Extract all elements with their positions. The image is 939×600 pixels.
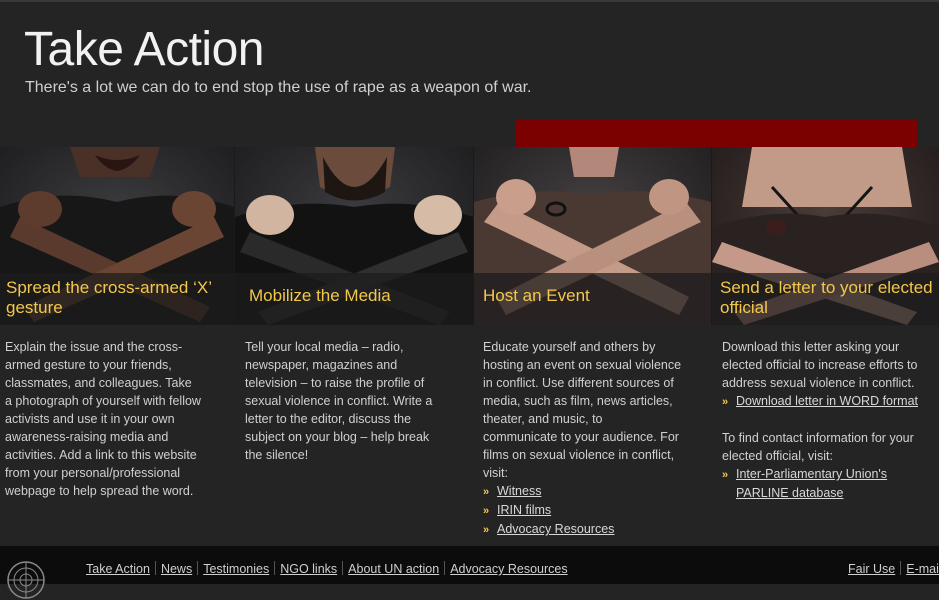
column-mobilize-media: Tell your local media – radio, newspaper… <box>245 338 470 464</box>
text-line: in conflict. Use different sources of <box>483 376 674 390</box>
irin-films-link[interactable]: IRIN films <box>497 503 551 517</box>
panel-caption-bg: Mobilize the Media <box>235 273 473 325</box>
text-line: letter to the editor, discuss the <box>245 412 412 426</box>
text-line: To find contact information for your <box>722 431 914 445</box>
double-chevron-icon: » <box>483 486 489 498</box>
double-chevron-icon: » <box>483 524 489 536</box>
footer-separator <box>342 561 344 575</box>
footer-link-fair-use[interactable]: Fair Use <box>848 562 895 576</box>
panel-caption: Host an Event <box>483 286 590 305</box>
text-line: hosting an event on sexual violence <box>483 358 682 372</box>
footer-link-news[interactable]: News <box>161 562 192 576</box>
action-panels: Spread the cross-armed ‘X’ gesture Mobil… <box>0 147 939 325</box>
double-chevron-icon: » <box>722 396 728 408</box>
text-line: activists and use it in your own <box>5 412 175 426</box>
text-line: armed gesture to your friends, <box>5 358 172 372</box>
footer-separator <box>154 561 156 575</box>
panel-host-event[interactable]: Host an Event <box>474 147 711 325</box>
panel-caption-bg: Spread the cross-armed ‘X’ gesture <box>0 273 234 325</box>
red-accent-bar <box>515 119 917 147</box>
page-title: Take Action <box>24 23 264 76</box>
panel-spread-gesture[interactable]: Spread the cross-armed ‘X’ gesture <box>0 147 234 325</box>
footer-separator <box>900 561 902 575</box>
download-letter-link[interactable]: Download letter in WORD format <box>736 394 918 408</box>
footer-link-advocacy-resources[interactable]: Advocacy Resources <box>450 562 567 576</box>
column-spread-gesture: Explain the issue and the cross- armed g… <box>5 338 230 500</box>
text-line: visit: <box>483 466 508 480</box>
panel-caption: Send a letter to your elected official <box>720 278 933 317</box>
advocacy-resources-link[interactable]: Advocacy Resources <box>497 522 614 536</box>
footer-link-about-un-action[interactable]: About UN action <box>348 562 439 576</box>
panel-caption-bg: Send a letter to your elected official <box>712 273 939 325</box>
text-line: activities. Add a link to this website <box>5 448 197 462</box>
link-row-witness: » Witness <box>483 482 713 501</box>
double-chevron-icon: » <box>483 505 489 517</box>
text-line: films on sexual violence in conflict, <box>483 448 675 462</box>
text-line: Educate yourself and others by <box>483 340 656 354</box>
text-line: from your personal/professional <box>5 466 181 480</box>
column-host-event: Educate yourself and others by hosting a… <box>483 338 713 539</box>
text-line: elected official to increase efforts to <box>722 358 918 372</box>
panel-caption-bg: Host an Event <box>474 273 711 325</box>
text-line: webpage to help spread the word. <box>5 484 194 498</box>
footer-right-nav: Fair Use E-mail <box>848 561 939 576</box>
page-subtitle: There's a lot we can do to end stop the … <box>25 79 532 96</box>
text-line: subject on your blog – help break <box>245 430 430 444</box>
un-emblem-icon[interactable] <box>6 560 46 600</box>
text-line: television – to raise the profile of <box>245 376 425 390</box>
text-line: the silence! <box>245 448 309 462</box>
ipu-link[interactable]: Inter-Parliamentary Union's <box>736 467 887 481</box>
top-border <box>0 0 939 2</box>
footer-separator <box>197 561 199 575</box>
text-line: Explain the issue and the cross- <box>5 340 183 354</box>
footer-link-take-action[interactable]: Take Action <box>86 562 150 576</box>
footer-nav: Take Action News Testimonies NGO links About… <box>86 561 568 576</box>
text-line: Download this letter asking your <box>722 340 900 354</box>
text-line: elected official, visit: <box>722 449 833 463</box>
parline-database-link[interactable]: PARLINE database <box>736 486 843 500</box>
link-row-irin: » IRIN films <box>483 501 713 520</box>
text-line: theater, and music, to <box>483 412 603 426</box>
link-row-advocacy: » Advocacy Resources <box>483 520 713 539</box>
text-line: newspaper, magazines and <box>245 358 398 372</box>
footer-separator <box>444 561 446 575</box>
footer-link-testimonies[interactable]: Testimonies <box>203 562 269 576</box>
footer-link-ngo-links[interactable]: NGO links <box>280 562 337 576</box>
text-line: awareness-raising media and <box>5 430 169 444</box>
witness-link[interactable]: Witness <box>497 484 541 498</box>
text-line: communicate to your audience. For <box>483 430 679 444</box>
link-row-parline-cont: PARLINE database <box>722 484 937 502</box>
text-line: a photograph of yourself with fellow <box>5 394 201 408</box>
panel-send-letter[interactable]: Send a letter to your elected official <box>712 147 939 325</box>
text-line: classmates, and colleagues. Take <box>5 376 192 390</box>
text-line: sexual violence in conflict. Write a <box>245 394 433 408</box>
panel-caption: Spread the cross-armed ‘X’ gesture <box>6 278 212 317</box>
text-line: media, such as film, news articles, <box>483 394 673 408</box>
link-row-download: » Download letter in WORD format <box>722 392 937 411</box>
double-chevron-icon: » <box>722 469 728 481</box>
footer-separator <box>274 561 276 575</box>
footer-link-email[interactable]: E-mail <box>906 562 939 576</box>
footer: Take Action News Testimonies NGO links About… <box>0 546 939 599</box>
column-send-letter: Download this letter asking your elected… <box>722 338 937 502</box>
panel-caption: Mobilize the Media <box>249 286 391 305</box>
panel-mobilize-media[interactable]: Mobilize the Media <box>235 147 473 325</box>
text-line: address sexual violence in conflict. <box>722 376 915 390</box>
text-line: Tell your local media – radio, <box>245 340 404 354</box>
link-row-parline: » Inter-Parliamentary Union's <box>722 465 937 484</box>
